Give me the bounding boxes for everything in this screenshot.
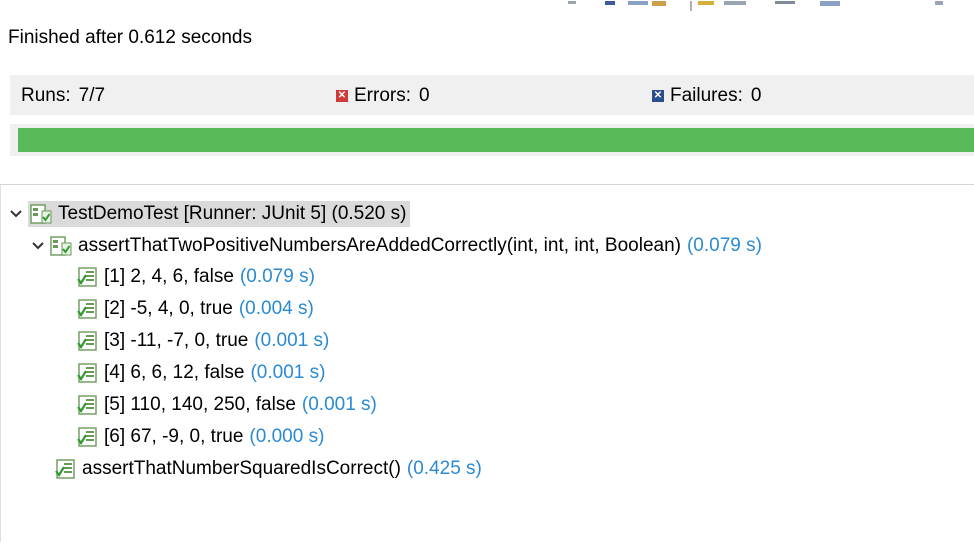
- chevron-down-icon[interactable]: [30, 238, 46, 254]
- runs-value: 7/7: [78, 85, 106, 106]
- case-label: [6] 67, -9, 0, true: [104, 425, 244, 447]
- root-label-wrap: TestDemoTest [Runner: JUnit 5] (0.520 s): [28, 200, 411, 227]
- case-label: [2] -5, 4, 0, true: [104, 297, 233, 319]
- failures-value: 0: [750, 85, 762, 106]
- errors-counter: ✕ Errors: 0: [336, 84, 430, 108]
- test-case-success-icon: [76, 426, 98, 448]
- case-label: [3] -11, -7, 0, true: [104, 329, 249, 351]
- failures-label: Failures:: [670, 85, 743, 106]
- tree-node-case[interactable]: [5] 110, 140, 250, false (0.001 s): [76, 389, 377, 420]
- tree-node-test-method[interactable]: assertThatNumberSquaredIsCorrect() (0.42…: [54, 453, 482, 484]
- failure-icon: ✕: [652, 90, 664, 102]
- test-method-time: (0.425 s): [406, 457, 482, 479]
- test-suite-success-icon: [30, 203, 52, 225]
- progress-frame: [10, 124, 974, 156]
- tree-node-case[interactable]: [3] -11, -7, 0, true (0.001 s): [76, 325, 329, 356]
- test-suite-success-icon: [50, 235, 72, 257]
- test-case-success-icon: [76, 266, 98, 288]
- case-label: [4] 6, 6, 12, false: [104, 361, 245, 383]
- test-case-success-icon: [76, 330, 98, 352]
- failures-counter: ✕ Failures: 0: [652, 84, 761, 108]
- tree-node-case[interactable]: [6] 67, -9, 0, true (0.000 s): [76, 421, 324, 452]
- case-time: (0.079 s): [239, 265, 315, 287]
- case-time: (0.001 s): [301, 393, 377, 415]
- case-time: (0.004 s): [238, 297, 314, 319]
- test-progress-bar: [18, 128, 974, 152]
- chevron-down-icon[interactable]: [8, 206, 24, 222]
- errors-label: Errors:: [354, 85, 411, 106]
- case-time: (0.000 s): [249, 425, 325, 447]
- test-run-status: Finished after 0.612 seconds: [8, 27, 252, 48]
- tree-node-case[interactable]: [1] 2, 4, 6, false (0.079 s): [76, 261, 315, 292]
- suite-node-time: (0.079 s): [686, 234, 762, 256]
- suite-node-label: assertThatTwoPositiveNumbersAreAddedCorr…: [78, 234, 681, 256]
- counters-panel: Runs: 7/7 ✕ Errors: 0 ✕ Failures: 0: [10, 75, 974, 115]
- tree-node-case[interactable]: [4] 6, 6, 12, false (0.001 s): [76, 357, 325, 388]
- tree-node-suite[interactable]: assertThatTwoPositiveNumbersAreAddedCorr…: [30, 230, 762, 261]
- test-case-success-icon: [54, 458, 76, 480]
- test-case-success-icon: [76, 394, 98, 416]
- case-time: (0.001 s): [250, 361, 326, 383]
- error-icon: ✕: [336, 90, 348, 102]
- root-node-label: TestDemoTest [Runner: JUnit 5] (0.520 s): [58, 202, 407, 224]
- case-label: [1] 2, 4, 6, false: [104, 265, 234, 287]
- test-case-success-icon: [76, 298, 98, 320]
- tree-node-root[interactable]: TestDemoTest [Runner: JUnit 5] (0.520 s): [8, 198, 411, 229]
- view-toolbar: [0, 0, 974, 12]
- runs-counter: Runs: 7/7: [21, 84, 105, 108]
- case-time: (0.001 s): [254, 329, 330, 351]
- toolbar-icons-strip: [568, 1, 943, 11]
- tree-node-case[interactable]: [2] -5, 4, 0, true (0.004 s): [76, 293, 314, 324]
- test-case-success-icon: [76, 362, 98, 384]
- test-results-tree[interactable]: TestDemoTest [Runner: JUnit 5] (0.520 s)…: [0, 184, 974, 543]
- runs-label: Runs:: [21, 85, 71, 106]
- test-method-label: assertThatNumberSquaredIsCorrect(): [82, 457, 401, 479]
- case-label: [5] 110, 140, 250, false: [104, 393, 296, 415]
- errors-value: 0: [419, 85, 430, 106]
